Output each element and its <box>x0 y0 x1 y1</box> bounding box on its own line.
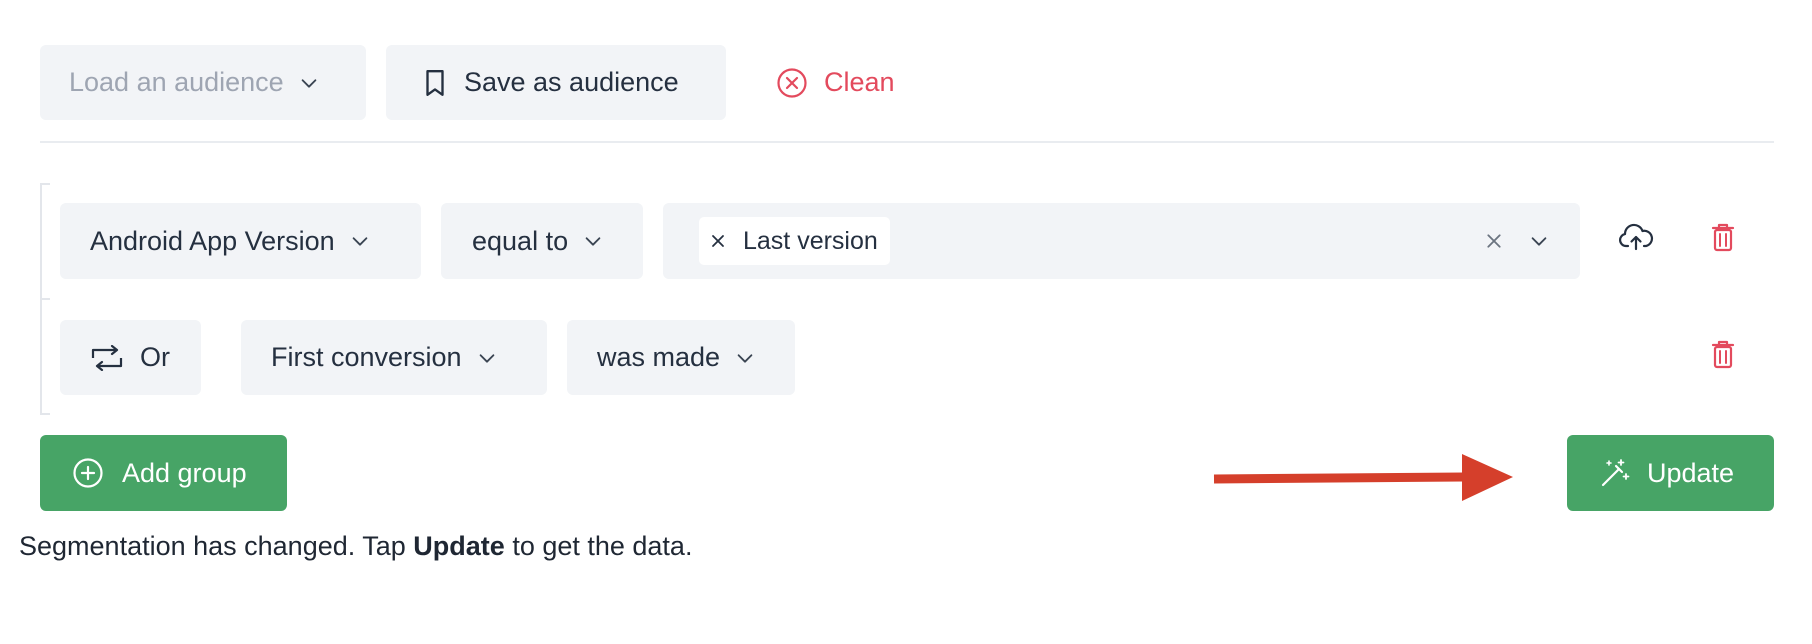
chevron-down-icon <box>298 72 320 94</box>
status-message-bold: Update <box>413 531 505 561</box>
status-message-prefix: Segmentation has changed. Tap <box>19 531 414 561</box>
magic-wand-icon <box>1599 457 1631 489</box>
arrow-right-icon <box>1213 454 1513 501</box>
event-state-value: was made <box>597 342 721 372</box>
group-bracket-bottom <box>40 413 50 415</box>
cloud-upload-icon[interactable] <box>1616 217 1656 257</box>
property-select[interactable]: Android App Version <box>60 203 421 279</box>
event-select-value: First conversion <box>271 342 462 372</box>
trash-icon[interactable] <box>1706 217 1740 257</box>
group-bracket-top <box>40 183 50 185</box>
chevron-down-icon <box>349 230 371 252</box>
event-select[interactable]: First conversion <box>241 320 547 395</box>
group-bracket-mid <box>40 298 50 300</box>
circle-x-icon <box>776 67 808 99</box>
toolbar-divider <box>40 141 1774 143</box>
chevron-down-icon[interactable] <box>1528 203 1550 279</box>
update-button[interactable]: Update <box>1567 435 1774 511</box>
save-as-audience-label: Save as audience <box>464 67 679 97</box>
or-connector-button[interactable]: Or <box>60 320 201 395</box>
segmentation-panel: Load an audience Save as audience Clean … <box>0 0 1812 644</box>
clear-values-icon[interactable] <box>1486 203 1502 279</box>
status-message: Segmentation has changed. Tap Update to … <box>19 531 692 562</box>
event-state-select[interactable]: was made <box>567 320 795 395</box>
remove-tag-icon[interactable] <box>711 234 725 248</box>
clean-button[interactable]: Clean <box>776 45 895 120</box>
or-label: Or <box>140 342 170 372</box>
value-tag: Last version <box>699 217 890 265</box>
load-audience-dropdown[interactable]: Load an audience <box>40 45 366 120</box>
update-label: Update <box>1647 457 1735 488</box>
status-message-suffix: to get the data. <box>504 531 693 561</box>
add-group-button[interactable]: Add group <box>40 435 287 511</box>
property-select-value: Android App Version <box>90 225 335 256</box>
load-audience-placeholder: Load an audience <box>69 67 284 97</box>
repeat-icon <box>90 344 124 371</box>
chevron-down-icon <box>734 347 756 369</box>
clean-label: Clean <box>824 67 895 97</box>
bookmark-icon <box>422 68 448 98</box>
operator-select[interactable]: equal to <box>441 203 643 279</box>
save-as-audience-button[interactable]: Save as audience <box>386 45 726 120</box>
trash-icon[interactable] <box>1706 334 1740 374</box>
chevron-down-icon <box>476 347 498 369</box>
chevron-down-icon <box>582 230 604 252</box>
add-group-label: Add group <box>122 457 247 488</box>
plus-circle-icon <box>72 457 104 489</box>
values-multiselect[interactable]: Last version <box>663 203 1580 279</box>
value-tag-label: Last version <box>743 226 878 255</box>
operator-select-value: equal to <box>472 225 569 256</box>
